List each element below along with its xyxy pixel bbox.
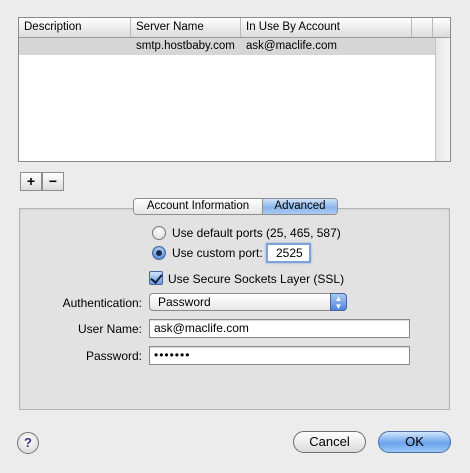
authentication-value: Password — [158, 295, 211, 309]
cancel-button[interactable]: Cancel — [293, 431, 366, 453]
password-input[interactable]: ••••••• — [149, 346, 410, 365]
cell-server-name: smtp.hostbaby.com — [136, 40, 235, 52]
add-server-button[interactable]: + — [20, 172, 42, 191]
table-body: smtp.hostbaby.com ask@maclife.com — [19, 38, 435, 161]
tab-account-information[interactable]: Account Information — [134, 199, 263, 214]
ok-button[interactable]: OK — [378, 431, 451, 453]
password-label: Password: — [85, 349, 142, 363]
table-scrollbar[interactable] — [435, 38, 450, 161]
username-label: User Name: — [77, 322, 142, 336]
table-row[interactable]: smtp.hostbaby.com ask@maclife.com — [19, 38, 435, 55]
cell-description — [19, 38, 131, 55]
settings-tabs: Account Information Advanced — [133, 198, 338, 215]
ssl-label: Use Secure Sockets Layer (SSL) — [168, 272, 345, 286]
custom-port-radio[interactable] — [152, 246, 166, 260]
tab-advanced[interactable]: Advanced — [263, 199, 337, 214]
custom-port-label: Use custom port: — [172, 246, 263, 260]
ssl-checkbox[interactable] — [149, 271, 163, 285]
column-header-server-name[interactable]: Server Name — [131, 18, 241, 37]
column-header-description[interactable]: Description — [19, 18, 131, 37]
help-icon[interactable]: ? — [17, 432, 39, 454]
up-down-arrows-icon: ▲ ▼ — [330, 293, 347, 311]
table-header: Description Server Name In Use By Accoun… — [19, 18, 450, 38]
column-header-empty — [433, 18, 451, 37]
column-header-in-use-by-account[interactable]: In Use By Account — [241, 18, 412, 37]
default-ports-label: Use default ports (25, 465, 587) — [172, 226, 341, 240]
remove-server-button[interactable]: − — [42, 172, 64, 191]
custom-port-input[interactable]: 2525 — [266, 243, 311, 263]
smtp-server-table: Description Server Name In Use By Accoun… — [18, 17, 451, 162]
authentication-label: Authentication: — [62, 296, 142, 310]
username-input[interactable]: ask@maclife.com — [149, 319, 410, 338]
default-ports-radio[interactable] — [152, 226, 166, 240]
cell-account: ask@maclife.com — [246, 40, 337, 52]
authentication-select[interactable]: Password ▲ ▼ — [149, 293, 347, 311]
column-header-empty — [412, 18, 433, 37]
